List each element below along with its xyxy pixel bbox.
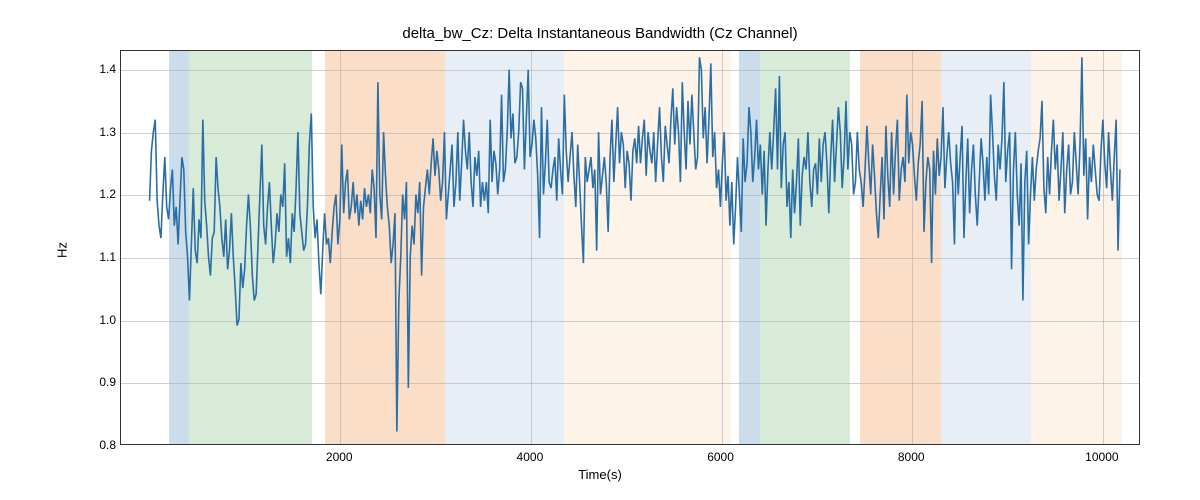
y-tick: 1.1: [86, 250, 116, 264]
x-tick: 10000: [1085, 450, 1118, 464]
y-tick: 0.8: [86, 438, 116, 452]
y-tick: 1.0: [86, 313, 116, 327]
chart-title: delta_bw_Cz: Delta Instantaneous Bandwid…: [0, 25, 1200, 42]
x-tick: 8000: [898, 450, 925, 464]
y-tick: 1.3: [86, 125, 116, 139]
y-tick: 0.9: [86, 375, 116, 389]
x-tick: 2000: [326, 450, 353, 464]
y-tick: 1.4: [86, 62, 116, 76]
series-line: [150, 57, 1120, 431]
chart-container: delta_bw_Cz: Delta Instantaneous Bandwid…: [0, 0, 1200, 500]
plot-area: [120, 50, 1140, 445]
y-axis-label: Hz: [55, 242, 70, 258]
y-tick: 1.2: [86, 187, 116, 201]
line-series: [121, 51, 1139, 444]
x-axis-label: Time(s): [0, 467, 1200, 482]
x-tick: 6000: [707, 450, 734, 464]
x-tick: 4000: [517, 450, 544, 464]
